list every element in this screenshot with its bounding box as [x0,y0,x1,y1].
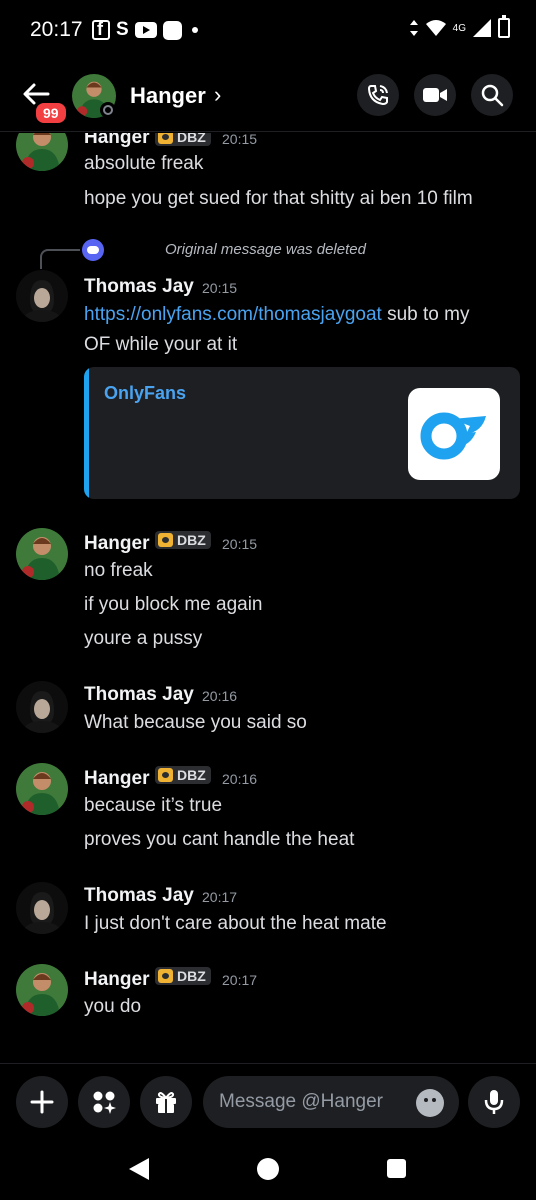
avatar[interactable] [16,270,68,322]
message-text: proves you cant handle the heat [84,829,355,850]
tag-label: DBZ [177,767,206,783]
search-button[interactable] [471,74,513,116]
message-list[interactable]: Hanger DBZ 20:15 absolute freak hope you… [0,133,536,1063]
message-text: if you block me again [84,594,263,615]
onlyfans-logo-icon[interactable] [408,388,500,480]
tag-label: DBZ [177,968,206,984]
battery-icon [498,15,510,38]
system-navigation-bar [0,1143,536,1200]
gift-button[interactable] [140,1076,192,1128]
crown-tag-icon [158,969,173,983]
voice-call-button[interactable] [357,74,399,116]
message-text: hope you get sued for that shitty ai ben… [84,188,473,209]
author-name[interactable]: Hanger [84,133,149,149]
avatar[interactable] [16,528,68,580]
link-embed[interactable]: OnlyFans [84,367,520,499]
wifi-icon [425,20,446,36]
facebook-notification-icon [92,19,110,40]
search-icon [481,84,504,107]
status-bar: 20:17 S 4G [0,0,536,62]
message-text: you do [84,996,142,1017]
server-tag[interactable]: DBZ [155,967,211,985]
server-tag[interactable]: DBZ [155,531,211,549]
nav-recents-icon[interactable] [387,1159,406,1178]
timestamp: 20:15 [222,536,258,552]
more-notifications-dot-icon [191,27,198,33]
avatar[interactable] [16,964,68,1016]
reply-reference[interactable]: Original message was deleted [165,241,366,258]
timestamp: 20:15 [222,133,258,147]
s-app-notification-icon: S [116,19,129,40]
status-time: 20:17 [30,18,83,41]
discord-icon [82,239,104,261]
timestamp: 20:16 [202,688,238,704]
tag-label: DBZ [177,532,206,548]
crown-tag-icon [158,533,173,547]
youtube-notification-icon [134,22,157,38]
voice-message-button[interactable] [468,1076,520,1128]
message-text: sub to my [381,304,470,325]
crown-tag-icon [158,768,173,782]
server-tag[interactable]: DBZ [155,133,211,146]
server-tag[interactable]: DBZ [155,766,211,784]
message-text: youre a pussy [84,628,203,649]
chevron-right-icon[interactable]: › [214,82,221,108]
avatar[interactable] [16,882,68,934]
author-name[interactable]: Hanger [84,768,149,790]
message-text: What because you said so [84,712,307,733]
author-name[interactable]: Thomas Jay [84,276,194,298]
video-camera-icon [423,88,447,102]
add-attachment-button[interactable] [16,1076,68,1128]
timestamp: 20:15 [202,280,238,296]
presence-status-icon [100,102,116,118]
author-name[interactable]: Hanger [84,969,149,991]
microphone-icon [484,1090,504,1114]
author-name[interactable]: Hanger [84,533,149,555]
embed-title[interactable]: OnlyFans [104,383,186,404]
message-composer [0,1063,536,1143]
message-text: absolute freak [84,153,204,174]
message-text: because it’s true [84,795,223,816]
emoji-icon[interactable] [416,1089,444,1117]
crown-tag-icon [158,133,173,144]
timestamp: 20:16 [222,771,258,787]
message-text: no freak [84,560,153,581]
video-call-button[interactable] [414,74,456,116]
nav-back-icon[interactable] [129,1158,149,1180]
timestamp: 20:17 [222,972,258,988]
network-type: 4G [452,22,466,34]
data-arrows-icon [409,20,418,36]
unread-count-badge: 99 [34,101,68,125]
author-name[interactable]: Thomas Jay [84,885,194,907]
message-text: I just don't care about the heat mate [84,913,387,934]
chat-header: 99 Hanger › [0,62,536,132]
author-name[interactable]: Thomas Jay [84,684,194,706]
phone-call-icon [367,85,388,106]
avatar[interactable] [16,133,68,171]
tag-label: DBZ [177,133,206,145]
apps-icon [93,1091,116,1114]
timestamp: 20:17 [202,889,238,905]
avatar[interactable] [16,681,68,733]
message-link[interactable]: https://onlyfans.com/thomasjaygoat [84,304,382,325]
avatar[interactable] [16,763,68,815]
cell-signal-icon [473,19,491,37]
plus-icon [30,1090,54,1114]
gift-icon [156,1092,176,1113]
channel-title[interactable]: Hanger [130,83,206,109]
reply-connector [40,249,80,269]
apps-button[interactable] [78,1076,130,1128]
message-text: OF while your at it [84,334,238,355]
embed-accent-bar [84,367,89,499]
app-notification-icon [162,20,182,40]
nav-home-icon[interactable] [257,1158,279,1180]
